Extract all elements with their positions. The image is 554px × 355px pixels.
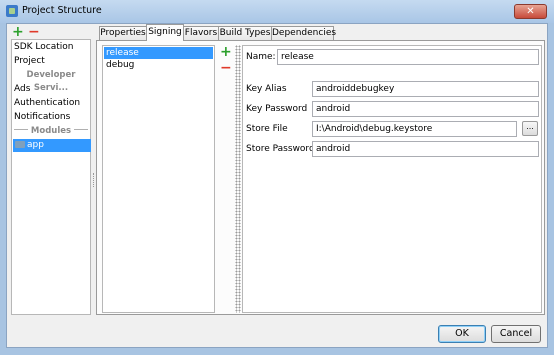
title-bar[interactable]: Project Structure ✕ xyxy=(0,0,554,23)
section-divider xyxy=(74,129,89,130)
cancel-button[interactable]: Cancel xyxy=(491,325,541,343)
signing-panel: release debug + − Name: release Key Alia… xyxy=(96,40,545,315)
config-item-release[interactable]: release xyxy=(104,47,213,59)
module-icon xyxy=(15,141,25,148)
modules-header: Modules xyxy=(12,125,90,138)
store-file-label: Store File xyxy=(246,124,288,134)
settings-nav-list: SDK Location Project Developer Servi... … xyxy=(11,39,91,315)
name-label: Name: xyxy=(246,52,276,62)
store-password-field[interactable]: android xyxy=(312,141,539,157)
developer-services-header: Developer Servi... xyxy=(26,70,76,93)
add-icon[interactable]: + xyxy=(12,25,24,39)
remove-icon[interactable]: − xyxy=(28,25,40,39)
key-password-field[interactable]: android xyxy=(312,101,539,117)
project-structure-window: Project Structure ✕ + − SDK Location Pro… xyxy=(0,0,554,355)
tab-signing[interactable]: Signing xyxy=(146,24,184,41)
store-password-label: Store Password xyxy=(246,144,315,154)
close-icon[interactable]: ✕ xyxy=(514,4,547,19)
store-file-field[interactable]: I:\Android\debug.keystore xyxy=(312,121,517,137)
splitter-grip xyxy=(93,173,95,187)
nav-item-module-app[interactable]: app xyxy=(13,139,91,152)
key-alias-field[interactable]: androiddebugkey xyxy=(312,81,539,97)
tab-build-types[interactable]: Build Types xyxy=(218,26,272,41)
name-field[interactable]: release xyxy=(277,49,539,65)
modules-header-label: Modules xyxy=(30,126,72,136)
signing-form: Name: release Key Alias androiddebugkey … xyxy=(242,45,542,313)
nav-item-ads[interactable]: Ads xyxy=(14,83,30,96)
dialog-content: + − SDK Location Project Developer Servi… xyxy=(6,23,548,348)
signing-config-list: release debug xyxy=(102,45,215,313)
browse-button[interactable]: ... xyxy=(522,121,538,136)
add-config-icon[interactable]: + xyxy=(220,45,232,59)
nav-item-authentication[interactable]: Authentication xyxy=(14,97,80,110)
config-item-debug[interactable]: debug xyxy=(104,59,213,71)
section-divider xyxy=(13,129,28,130)
tab-properties[interactable]: Properties xyxy=(99,26,147,41)
tab-flavors[interactable]: Flavors xyxy=(183,26,219,41)
window-title: Project Structure xyxy=(22,5,102,16)
app-icon xyxy=(6,5,18,17)
key-alias-label: Key Alias xyxy=(246,84,287,94)
nav-item-project[interactable]: Project xyxy=(14,55,45,68)
module-label: app xyxy=(27,140,44,150)
form-divider[interactable] xyxy=(235,45,241,313)
tab-dependencies[interactable]: Dependencies xyxy=(271,26,336,41)
remove-config-icon[interactable]: − xyxy=(220,61,232,75)
ok-button[interactable]: OK xyxy=(438,325,486,343)
nav-item-sdk-location[interactable]: SDK Location xyxy=(14,41,73,54)
key-password-label: Key Password xyxy=(246,104,308,114)
nav-item-notifications[interactable]: Notifications xyxy=(14,111,70,124)
